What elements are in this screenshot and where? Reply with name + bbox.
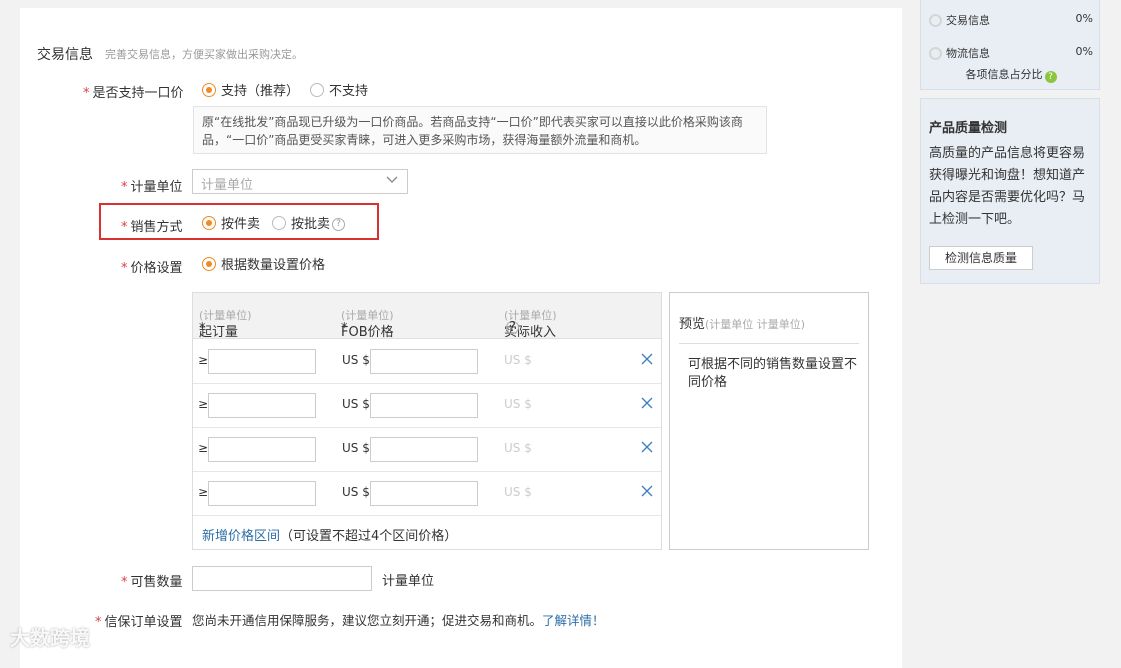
chevron-down-icon [386, 176, 398, 183]
preview-title: 预览(计量单位 计量单位) [679, 317, 806, 332]
moq-input[interactable] [208, 349, 316, 374]
close-icon[interactable] [641, 397, 653, 409]
unit-select[interactable]: 计量单位 [192, 169, 408, 194]
one-price-label: * 是否支持一口价 [83, 86, 184, 101]
help-icon[interactable]: ? [1044, 71, 1057, 83]
radio-checked-icon [202, 83, 216, 97]
preview-text: 可根据不同的销售数量设置不同价格 [688, 357, 858, 390]
radio-unchecked-icon [272, 216, 286, 230]
actual-income: US $ [504, 441, 532, 455]
close-icon[interactable] [641, 485, 653, 497]
fob-price-input[interactable] [370, 349, 478, 374]
actual-income: US $ [504, 397, 532, 411]
table-row: ≥ US $ US $ [193, 384, 661, 428]
price-by-quantity-radio[interactable]: 根据数量设置价格 [202, 254, 325, 273]
currency-label: US $ [342, 441, 370, 455]
watermark-logo: 大数跨境 [10, 626, 90, 650]
progress-ring-icon [929, 47, 942, 60]
check-quality-button[interactable]: 检测信息质量 [929, 246, 1033, 270]
price-setting-label: * 价格设置 [121, 261, 183, 276]
add-price-range-row: 新增价格区间（可设置不超过4个区间价格） [202, 525, 457, 544]
trade-assurance-text: 您尚未开通信用保障服务，建议您立刻开通；促进交易和商机。了解详情！ [192, 613, 605, 628]
learn-more-link[interactable]: 了解详情！ [542, 613, 605, 628]
preview-panel: 预览(计量单位 计量单位) 可根据不同的销售数量设置不同价格 [669, 292, 869, 550]
radio-checked-icon [202, 216, 216, 230]
currency-label: US $ [342, 353, 370, 367]
gte-symbol: ≥ [198, 485, 209, 499]
fob-price-input[interactable] [370, 437, 478, 462]
gte-symbol: ≥ [198, 397, 209, 411]
sale-method-label: * 销售方式 [121, 220, 183, 235]
section-title: 交易信息 [37, 47, 93, 63]
quality-check-desc: 高质量的产品信息将更容易获得曝光和询盘！想知道产品内容是否需要优化吗？马上检测一… [929, 146, 1086, 227]
moq-input[interactable] [208, 437, 316, 462]
section-subtitle: 完善交易信息，方便买家做出采购决定。 [105, 48, 303, 61]
unit-label: * 计量单位 [121, 180, 183, 195]
gte-symbol: ≥ [198, 441, 209, 455]
quality-check-card: 产品质量检测 高质量的产品信息将更容易获得曝光和询盘！想知道产品内容是否需要优化… [920, 98, 1100, 284]
table-row: ≥ US $ US $ [193, 472, 661, 516]
fob-price-input[interactable] [370, 393, 478, 418]
help-icon[interactable]: ? [332, 218, 346, 231]
close-icon[interactable] [641, 441, 653, 453]
progress-item-logistics: 物流信息 0% [929, 45, 1093, 61]
progress-percent: 0% [1075, 45, 1093, 58]
ratio-label-row: 各项信息占分比? [929, 66, 1093, 83]
quality-check-title: 产品质量检测 [929, 121, 1008, 136]
radio-checked-icon [202, 257, 216, 271]
actual-income: US $ [504, 485, 532, 499]
actual-income: US $ [504, 353, 532, 367]
add-price-range-link[interactable]: 新增价格区间 [202, 529, 280, 544]
sale-by-piece-radio[interactable]: 按件卖 [202, 213, 260, 232]
col-fob: * FOB价格 (计量单位) [341, 309, 394, 340]
progress-item-trade: 交易信息 0% [929, 12, 1093, 28]
close-icon[interactable] [641, 353, 653, 365]
available-qty-unit: 计量单位 [382, 574, 435, 589]
table-row: ≥ US $ US $ [193, 428, 661, 472]
progress-percent: 0% [1075, 12, 1093, 25]
trade-assurance-label: * 信保订单设置 [95, 615, 183, 630]
one-price-no-radio[interactable]: 不支持 [310, 80, 368, 99]
gte-symbol: ≥ [198, 353, 209, 367]
help-icon[interactable]: ? [506, 321, 519, 334]
divider [679, 343, 859, 344]
main-form-panel: 交易信息 完善交易信息，方便买家做出采购决定。 * 是否支持一口价 支持（推荐） … [20, 8, 902, 668]
progress-ring-icon [929, 14, 942, 27]
col-actual: 实际收入? (计量单位) [504, 309, 557, 340]
unit-select-placeholder: 计量单位 [201, 178, 254, 193]
add-price-range-note: （可设置不超过4个区间价格） [280, 529, 458, 544]
moq-input[interactable] [208, 481, 316, 506]
currency-label: US $ [342, 397, 370, 411]
available-qty-input[interactable] [192, 566, 372, 591]
price-table-header: * 起订量 (计量单位) * FOB价格 (计量单位) 实际收入? (计量单位) [193, 293, 661, 340]
col-moq: * 起订量 (计量单位) [199, 309, 252, 340]
fob-price-input[interactable] [370, 481, 478, 506]
info-progress-panel: 交易信息 0% 物流信息 0% 各项信息占分比? [920, 0, 1100, 90]
one-price-info-box: 原“在线批发”商品现已升级为一口价商品。若商品支持“一口价”即代表买家可以直接以… [193, 106, 767, 154]
sale-by-batch-radio[interactable]: 按批卖? [272, 213, 346, 232]
one-price-yes-radio[interactable]: 支持（推荐） [202, 80, 299, 99]
available-qty-label: * 可售数量 [121, 575, 183, 590]
currency-label: US $ [342, 485, 370, 499]
table-row: ≥ US $ US $ [193, 340, 661, 384]
radio-unchecked-icon [310, 83, 324, 97]
moq-input[interactable] [208, 393, 316, 418]
price-tier-table: * 起订量 (计量单位) * FOB价格 (计量单位) 实际收入? (计量单位) ≥ US… [192, 292, 662, 550]
